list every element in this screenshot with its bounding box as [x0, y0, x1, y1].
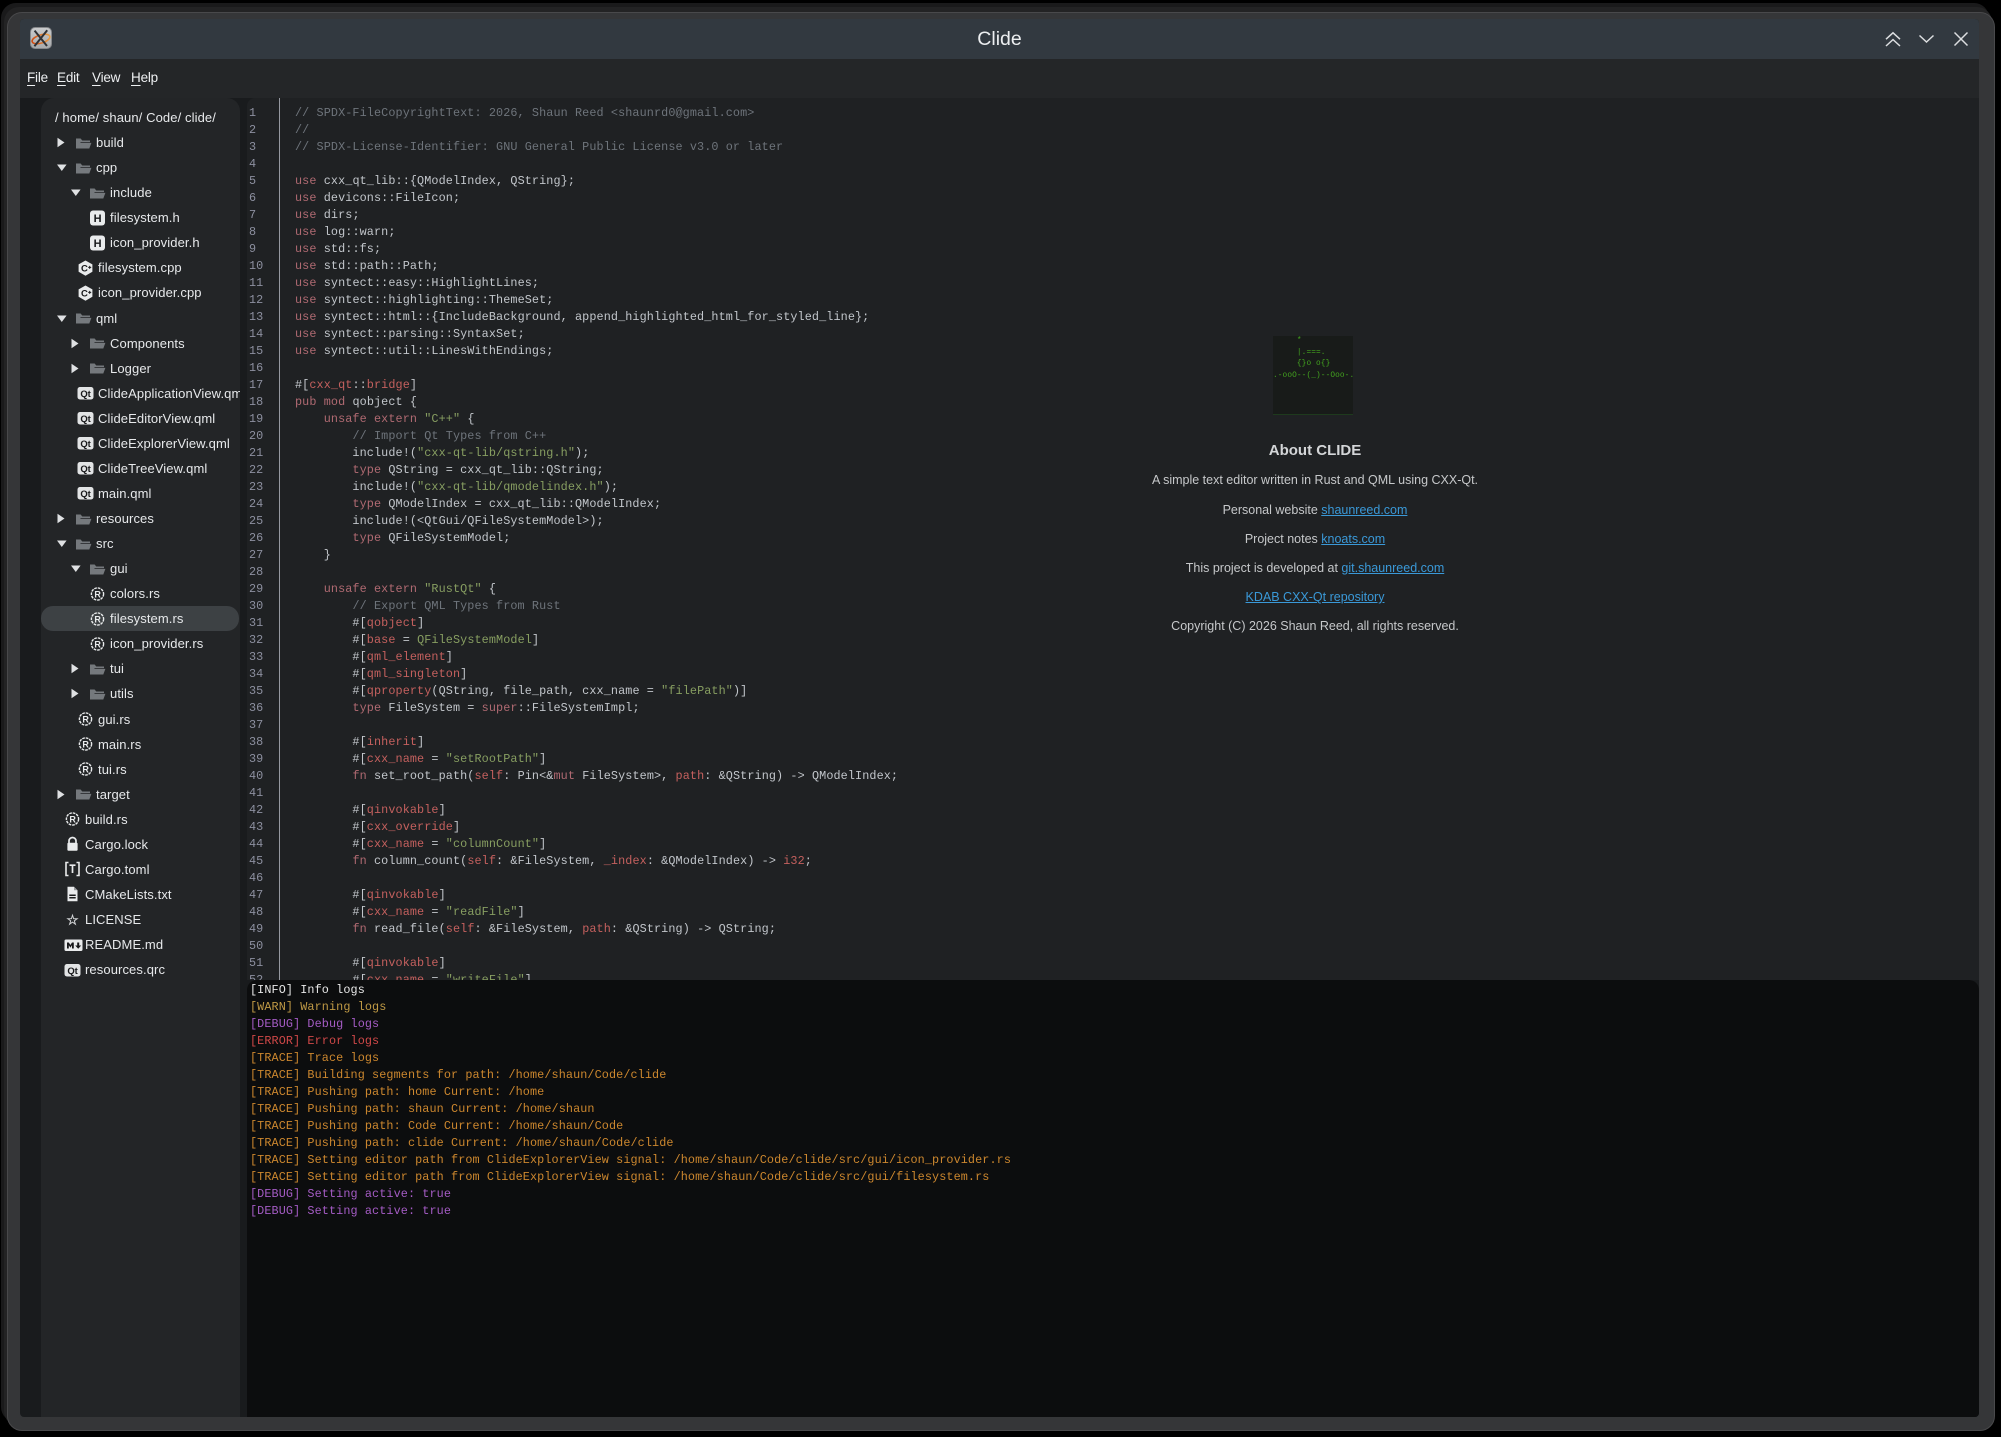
- svg-text:H: H: [94, 213, 102, 225]
- svg-text:Qt: Qt: [80, 464, 91, 475]
- svg-text:R: R: [82, 765, 89, 775]
- svg-text:Qt: Qt: [67, 965, 78, 976]
- svg-text:Qt: Qt: [80, 414, 91, 425]
- svg-text:Qt: Qt: [80, 489, 91, 500]
- svg-text:R: R: [94, 589, 101, 599]
- svg-text:C: C: [81, 289, 88, 300]
- svg-text:Qt: Qt: [80, 389, 91, 400]
- svg-text:H: H: [94, 238, 102, 250]
- svg-text:C: C: [81, 264, 88, 275]
- svg-text:R: R: [82, 739, 89, 749]
- svg-text:Qt: Qt: [80, 439, 91, 450]
- svg-text:R: R: [94, 614, 101, 624]
- svg-text:R: R: [69, 815, 76, 825]
- svg-text:R: R: [82, 714, 89, 724]
- svg-text:R: R: [94, 639, 101, 649]
